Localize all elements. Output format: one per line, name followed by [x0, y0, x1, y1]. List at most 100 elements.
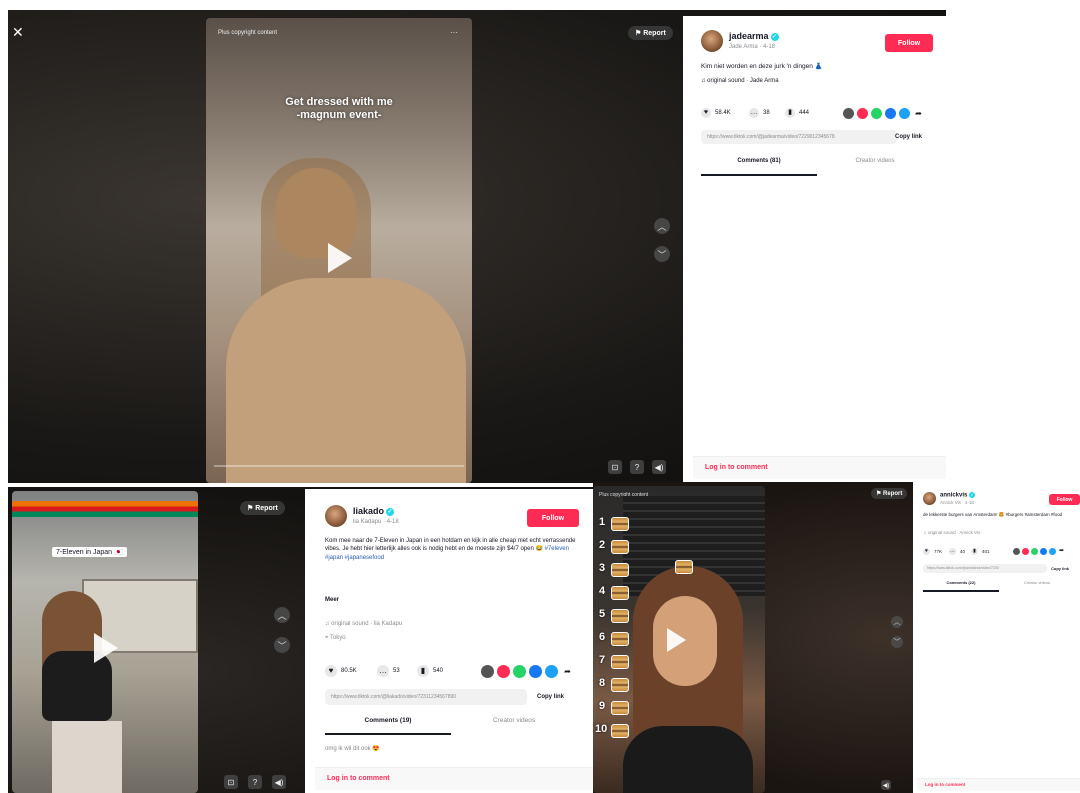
- rank-number: 5: [599, 608, 606, 620]
- follow-button[interactable]: Follow: [1049, 494, 1080, 505]
- facebook-icon[interactable]: [529, 665, 542, 678]
- music-label[interactable]: ♫ original sound · lia Kadapu: [325, 621, 402, 627]
- avatar[interactable]: [325, 505, 347, 527]
- login-to-comment[interactable]: Log in to comment: [917, 778, 1080, 791]
- comment-stat[interactable]: … 38: [749, 108, 770, 118]
- burger-thumb: [611, 586, 629, 600]
- copy-link-button[interactable]: Copy link: [895, 134, 922, 140]
- progress-bar[interactable]: [214, 465, 464, 467]
- report-button[interactable]: ⚑ Report: [240, 501, 285, 515]
- rank-number: 8: [599, 677, 606, 689]
- burger-thumb: [611, 632, 629, 646]
- tab-creator-videos[interactable]: Creator videos: [451, 717, 577, 733]
- video-description: Kom mee naar de 7-Eleven in Japan in een…: [325, 537, 577, 562]
- help-icon[interactable]: ?: [630, 460, 644, 474]
- location-label[interactable]: ⌖ Tokyo: [325, 635, 346, 642]
- burger-thumb: [611, 540, 629, 554]
- play-icon[interactable]: [328, 243, 352, 273]
- more-icon[interactable]: ⋯: [450, 28, 458, 37]
- twitter-icon[interactable]: [899, 108, 910, 119]
- follow-button[interactable]: Follow: [885, 34, 933, 52]
- login-to-comment[interactable]: Log in to comment: [315, 767, 593, 790]
- friends-icon[interactable]: [497, 665, 510, 678]
- whatsapp-icon[interactable]: [871, 108, 882, 119]
- follow-button[interactable]: Follow: [527, 509, 579, 527]
- chevron-down-icon[interactable]: ﹀: [891, 636, 903, 648]
- link-field[interactable]: https://www.tiktok.com/@liakado/video/72…: [325, 689, 527, 705]
- comment-stat[interactable]: … 53: [377, 665, 400, 677]
- share-arrow-icon[interactable]: ➦: [1058, 548, 1065, 555]
- close-icon[interactable]: ✕: [12, 25, 24, 39]
- like-stat[interactable]: ♥ 80.5K: [325, 665, 357, 677]
- volume-icon[interactable]: ◀): [652, 460, 666, 474]
- tab-creator-videos[interactable]: Creator videos: [817, 158, 933, 174]
- author-subtitle: Annick Vis · 4-18: [940, 500, 974, 505]
- whatsapp-icon[interactable]: [1031, 548, 1038, 555]
- rank-number: 3: [599, 562, 606, 574]
- embed-icon[interactable]: [1013, 548, 1020, 555]
- save-stat[interactable]: ▮ 401: [971, 548, 990, 555]
- verified-icon: ✓: [969, 492, 976, 498]
- volume-icon[interactable]: ◀): [272, 775, 286, 789]
- more-link[interactable]: Meer: [325, 597, 339, 603]
- tab-creator-videos[interactable]: Creator videos: [999, 580, 1075, 590]
- whatsapp-icon[interactable]: [513, 665, 526, 678]
- embed-icon[interactable]: [843, 108, 854, 119]
- copy-link-button[interactable]: Copy link: [537, 694, 564, 700]
- burger-thumb: [611, 655, 629, 669]
- like-stat[interactable]: ♥ 77K: [923, 548, 942, 555]
- comment-icon: …: [749, 108, 759, 118]
- tab-comments[interactable]: Comments (19): [325, 717, 451, 735]
- chevron-down-icon[interactable]: ﹀: [654, 246, 670, 262]
- tab-comments[interactable]: Comments (81): [701, 158, 817, 176]
- chevron-up-icon[interactable]: ︿: [654, 218, 670, 234]
- twitter-icon[interactable]: [1049, 548, 1056, 555]
- username[interactable]: annickvis ✓: [940, 492, 976, 499]
- friends-icon[interactable]: [1022, 548, 1029, 555]
- like-stat[interactable]: ♥ 58.4K: [701, 108, 731, 118]
- share-arrow-icon[interactable]: ➦: [913, 108, 924, 119]
- play-icon[interactable]: [667, 628, 686, 652]
- video-player[interactable]: Plus copyright content ⋯ Get dressed wit…: [206, 18, 472, 483]
- report-button[interactable]: ⚑ Report: [871, 488, 908, 499]
- avatar[interactable]: [923, 492, 936, 505]
- save-stat[interactable]: ▮ 540: [417, 665, 443, 677]
- comment-icon: …: [949, 548, 956, 555]
- facebook-icon[interactable]: [1040, 548, 1047, 555]
- username[interactable]: liakado ✓: [353, 506, 395, 516]
- caption-overlay: Get dressed with me -magnum event-: [206, 96, 472, 122]
- embed-icon[interactable]: [481, 665, 494, 678]
- chevron-down-icon[interactable]: ﹀: [274, 637, 290, 653]
- video-player[interactable]: 7-Eleven in Japan 🇯🇵: [12, 491, 198, 793]
- play-icon[interactable]: [94, 633, 118, 663]
- chevron-up-icon[interactable]: ︿: [274, 607, 290, 623]
- bookmark-icon: ▮: [785, 108, 795, 118]
- twitter-icon[interactable]: [545, 665, 558, 678]
- help-icon[interactable]: ?: [248, 775, 262, 789]
- comment-stat[interactable]: … 40: [949, 548, 965, 555]
- save-stat[interactable]: ▮ 444: [785, 108, 809, 118]
- tab-comments[interactable]: Comments (22): [923, 580, 999, 592]
- report-button[interactable]: ⚑ Report: [628, 26, 673, 40]
- share-icons: ➦: [1013, 548, 1065, 555]
- zoom-icon[interactable]: ⊡: [608, 460, 622, 474]
- author-subtitle: lia Kadapu · 4-18: [353, 519, 399, 525]
- video-description: Kim niet worden en deze jurk 'n dingen 👗: [701, 63, 823, 70]
- link-field[interactable]: https://www.tiktok.com/@jadearma/video/7…: [701, 130, 897, 144]
- username[interactable]: jadearma ✓: [729, 31, 779, 41]
- rank-number: 1: [599, 516, 606, 528]
- rank-number: 10: [595, 723, 608, 735]
- zoom-icon[interactable]: ⊡: [224, 775, 238, 789]
- facebook-icon[interactable]: [885, 108, 896, 119]
- link-field[interactable]: https://www.tiktok.com/@annickvis/video/…: [923, 564, 1047, 573]
- login-to-comment[interactable]: Log in to comment: [693, 456, 946, 479]
- friends-icon[interactable]: [857, 108, 868, 119]
- chevron-up-icon[interactable]: ︿: [891, 616, 903, 628]
- share-arrow-icon[interactable]: ➦: [561, 665, 574, 678]
- music-label[interactable]: ♫ original sound · Annick Vis: [923, 530, 980, 535]
- copy-link-button[interactable]: Copy link: [1051, 566, 1069, 571]
- avatar[interactable]: [701, 30, 723, 52]
- volume-icon[interactable]: ◀): [881, 780, 891, 790]
- report-label: Report: [883, 491, 903, 497]
- music-label[interactable]: ♫ original sound · Jade Arma: [701, 78, 779, 84]
